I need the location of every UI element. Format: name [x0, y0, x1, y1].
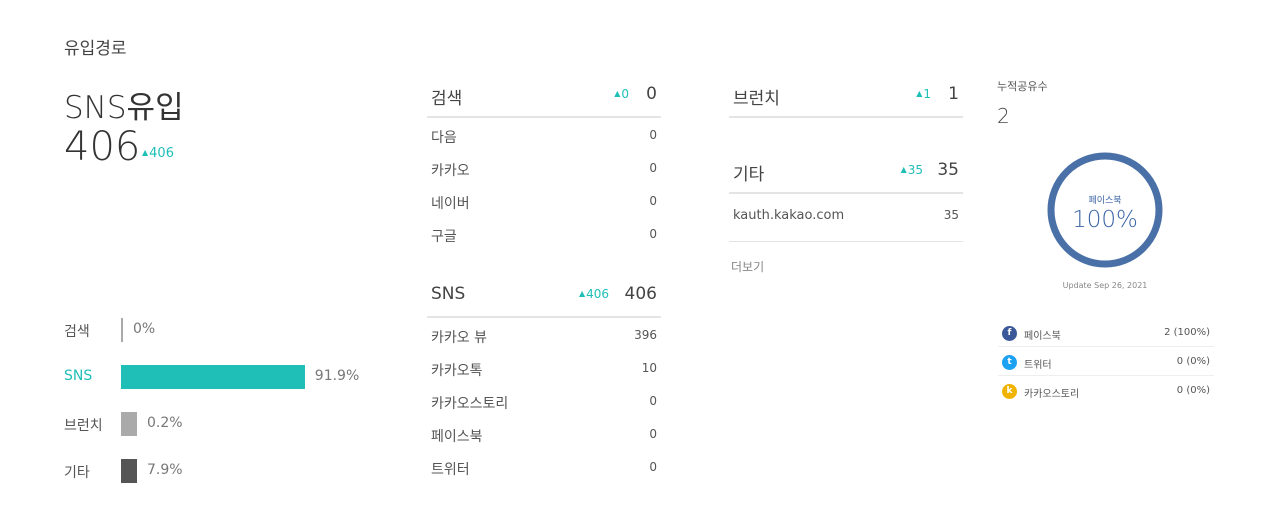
brunch-header-delta: ▲1 [916, 87, 931, 101]
bar-row-etc: 기타 7.9% [64, 457, 394, 485]
bar-row-brunch: 브런치 0.2% [64, 410, 394, 438]
bar-value: 91.9% [314, 368, 360, 384]
table-row: 네이버 0 [431, 194, 657, 212]
share-legend: f 페이스북 2 (100%) t 트위터 0 (0%) k 카카오스토리 0 … [998, 318, 1214, 405]
legend-item-twitter: t 트위터 0 (0%) [998, 347, 1214, 376]
table-row: 카카오 0 [431, 161, 657, 179]
sns-table-header: SNS ▲406 406 [427, 272, 661, 318]
summary-delta: ▲406 [142, 146, 174, 161]
bar-value: 0% [133, 321, 156, 337]
brunch-header-total: 1 [948, 84, 959, 104]
sns-header-total: 406 [624, 284, 657, 304]
table-row: kauth.kakao.com 35 [729, 194, 963, 242]
etc-header-label: 기타 [733, 165, 765, 185]
table-row: 구글 0 [431, 227, 657, 245]
sns-header-delta: ▲406 [578, 287, 609, 301]
legend-item-kakaostory: k 카카오스토리 0 (0%) [998, 376, 1214, 405]
more-link[interactable]: 더보기 [731, 258, 764, 275]
table-row: 카카오스토리 0 [431, 394, 657, 412]
search-table-header: 검색 ▲0 0 [427, 72, 661, 118]
table-row: 트위터 0 [431, 460, 657, 478]
legend-item-facebook: f 페이스북 2 (100%) [998, 318, 1214, 347]
search-table: 검색 ▲0 0 다음 0 카카오 0 네이버 0 구글 0 [427, 72, 661, 250]
bar-value: 0.2% [147, 415, 183, 431]
table-row: 페이스북 0 [431, 427, 657, 445]
up-arrow-icon: ▲ [900, 165, 907, 174]
up-arrow-icon: ▲ [916, 89, 923, 98]
search-header-delta: ▲0 [614, 87, 629, 101]
up-arrow-icon: ▲ [578, 289, 586, 298]
update-timestamp: Update Sep 26, 2021 [1062, 281, 1148, 290]
bar-row-sns: SNS 91.9% [64, 363, 394, 391]
etc-table: 기타 ▲35 35 kauth.kakao.com 35 [729, 148, 963, 242]
twitter-icon: t [1002, 355, 1017, 370]
bar-fill [121, 318, 123, 342]
search-header-total: 0 [646, 84, 657, 104]
bar-fill [121, 459, 137, 483]
share-value: 2 [997, 104, 1010, 128]
donut-value: 100% [1072, 207, 1138, 233]
bar-row-search: 검색 0% [64, 316, 394, 344]
table-row: 카카오톡 10 [431, 361, 657, 379]
summary-delta-value: 406 [149, 146, 174, 161]
table-row: 카카오 뷰 396 [431, 328, 657, 346]
bar-label: 브런치 [64, 418, 103, 434]
bar-fill [121, 365, 305, 389]
etc-table-header: 기타 ▲35 35 [729, 148, 963, 194]
kakaostory-icon: k [1002, 384, 1017, 399]
etc-header-delta: ▲35 [900, 163, 923, 177]
summary-label: SNS유입 [64, 90, 184, 126]
brunch-table-header: 브런치 ▲1 1 [729, 72, 963, 118]
up-arrow-icon: ▲ [142, 148, 149, 157]
bar-label: SNS [64, 368, 93, 384]
summary-value: 406 [64, 124, 141, 170]
donut-center: 페이스북 100% [1046, 151, 1164, 269]
bar-label: 기타 [64, 465, 90, 481]
section-title: 유입경로 [64, 39, 127, 59]
bar-value: 7.9% [147, 462, 183, 478]
sns-header-label: SNS [431, 284, 466, 304]
brunch-header-label: 브런치 [733, 89, 780, 109]
facebook-icon: f [1002, 326, 1017, 341]
etc-header-total: 35 [937, 160, 959, 180]
brunch-table: 브런치 ▲1 1 [729, 72, 963, 118]
donut-label: 페이스북 [1088, 196, 1122, 206]
table-row: 다음 0 [431, 128, 657, 146]
sns-table: SNS ▲406 406 카카오 뷰 396 카카오톡 10 카카오스토리 0 페이스… [427, 272, 661, 483]
up-arrow-icon: ▲ [614, 89, 621, 98]
share-label: 누적공유수 [997, 80, 1048, 93]
bar-fill [121, 412, 137, 436]
search-header-label: 검색 [431, 89, 463, 109]
bar-label: 검색 [64, 324, 90, 340]
